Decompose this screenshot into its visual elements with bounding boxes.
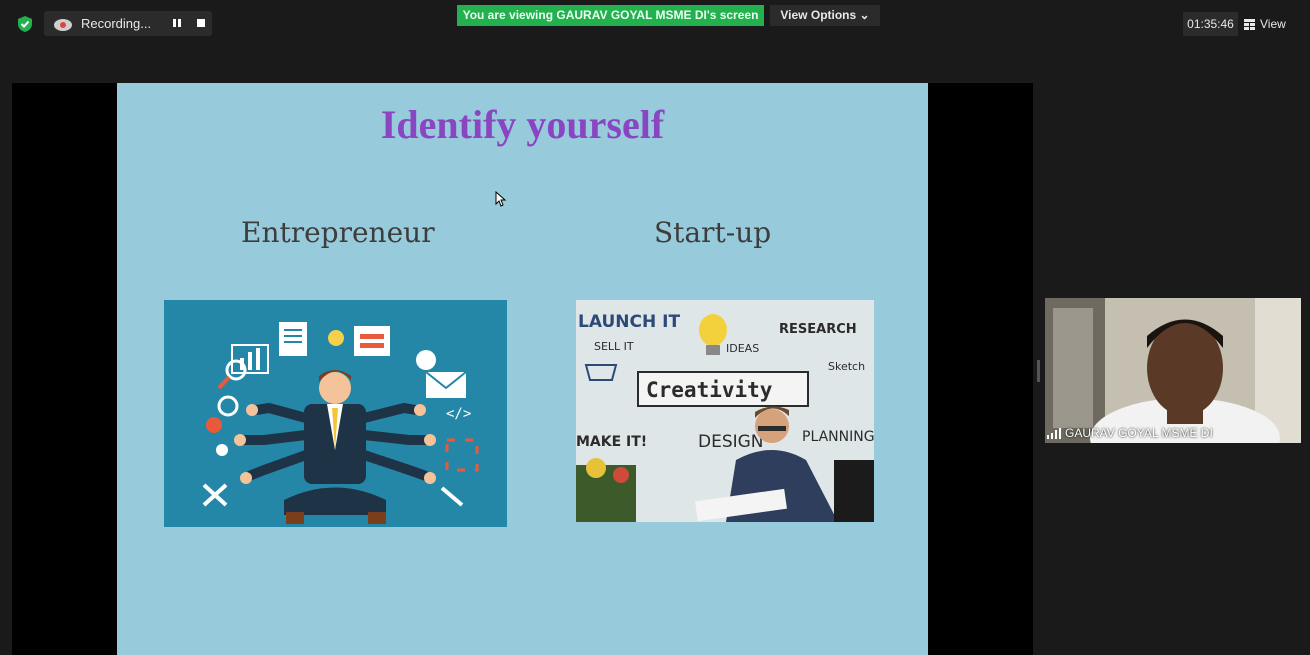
startup-label: Start-up: [654, 216, 772, 249]
participant-video-thumbnail[interactable]: [1045, 298, 1301, 443]
pause-recording-button[interactable]: [170, 16, 184, 30]
startup-illustration: LAUNCH IT SELL IT IDEAS RESEARCH Sketch …: [576, 300, 874, 522]
view-options-dropdown[interactable]: View Options ⌄: [770, 5, 880, 26]
participant-name-label: GAURAV GOYAL MSME DI: [1047, 426, 1213, 440]
creativity-text: Creativity: [646, 378, 773, 402]
sell-it-text: SELL IT: [594, 340, 634, 353]
recording-label: Recording...: [81, 16, 152, 31]
view-label: View: [1260, 17, 1286, 31]
entrepreneur-illustration: </>: [164, 300, 507, 527]
participant-video-frame: [1045, 298, 1301, 443]
recording-indicator: Recording...: [44, 11, 212, 36]
ideas-text: IDEAS: [726, 342, 759, 355]
meeting-timer: 01:35:46: [1183, 12, 1238, 36]
grid-view-icon: [1244, 18, 1255, 30]
design-text: DESIGN: [698, 432, 764, 452]
participant-name: GAURAV GOYAL MSME DI: [1065, 426, 1213, 440]
view-options-label: View Options: [780, 8, 857, 22]
security-shield-icon[interactable]: [17, 15, 33, 33]
chevron-down-icon: ⌄: [859, 8, 870, 22]
slide-title: Identify yourself: [380, 102, 665, 147]
stop-recording-button[interactable]: [194, 16, 208, 30]
launch-it-text: LAUNCH IT: [578, 312, 680, 332]
panel-resize-handle[interactable]: [1037, 360, 1040, 382]
viewing-screen-banner: You are viewing GAURAV GOYAL MSME DI's s…: [457, 5, 764, 26]
meeting-top-bar: Recording... You are viewing GAURAV GOYA…: [0, 0, 1310, 83]
cloud-recording-icon: [54, 19, 72, 31]
svg-text:</>: </>: [446, 406, 471, 422]
research-text: RESEARCH: [779, 322, 857, 337]
mouse-cursor-icon: [495, 191, 507, 207]
signal-bars-icon: [1047, 427, 1061, 439]
make-it-text: MAKE IT!: [576, 434, 647, 450]
view-layout-button[interactable]: View: [1244, 12, 1302, 36]
entrepreneur-label: Entrepreneur: [241, 216, 435, 249]
planning-text: PLANNING: [802, 429, 874, 445]
sketch-text: Sketch: [828, 360, 865, 373]
presentation-slide: Identify yourself Entrepreneur Start-up …: [117, 83, 928, 655]
